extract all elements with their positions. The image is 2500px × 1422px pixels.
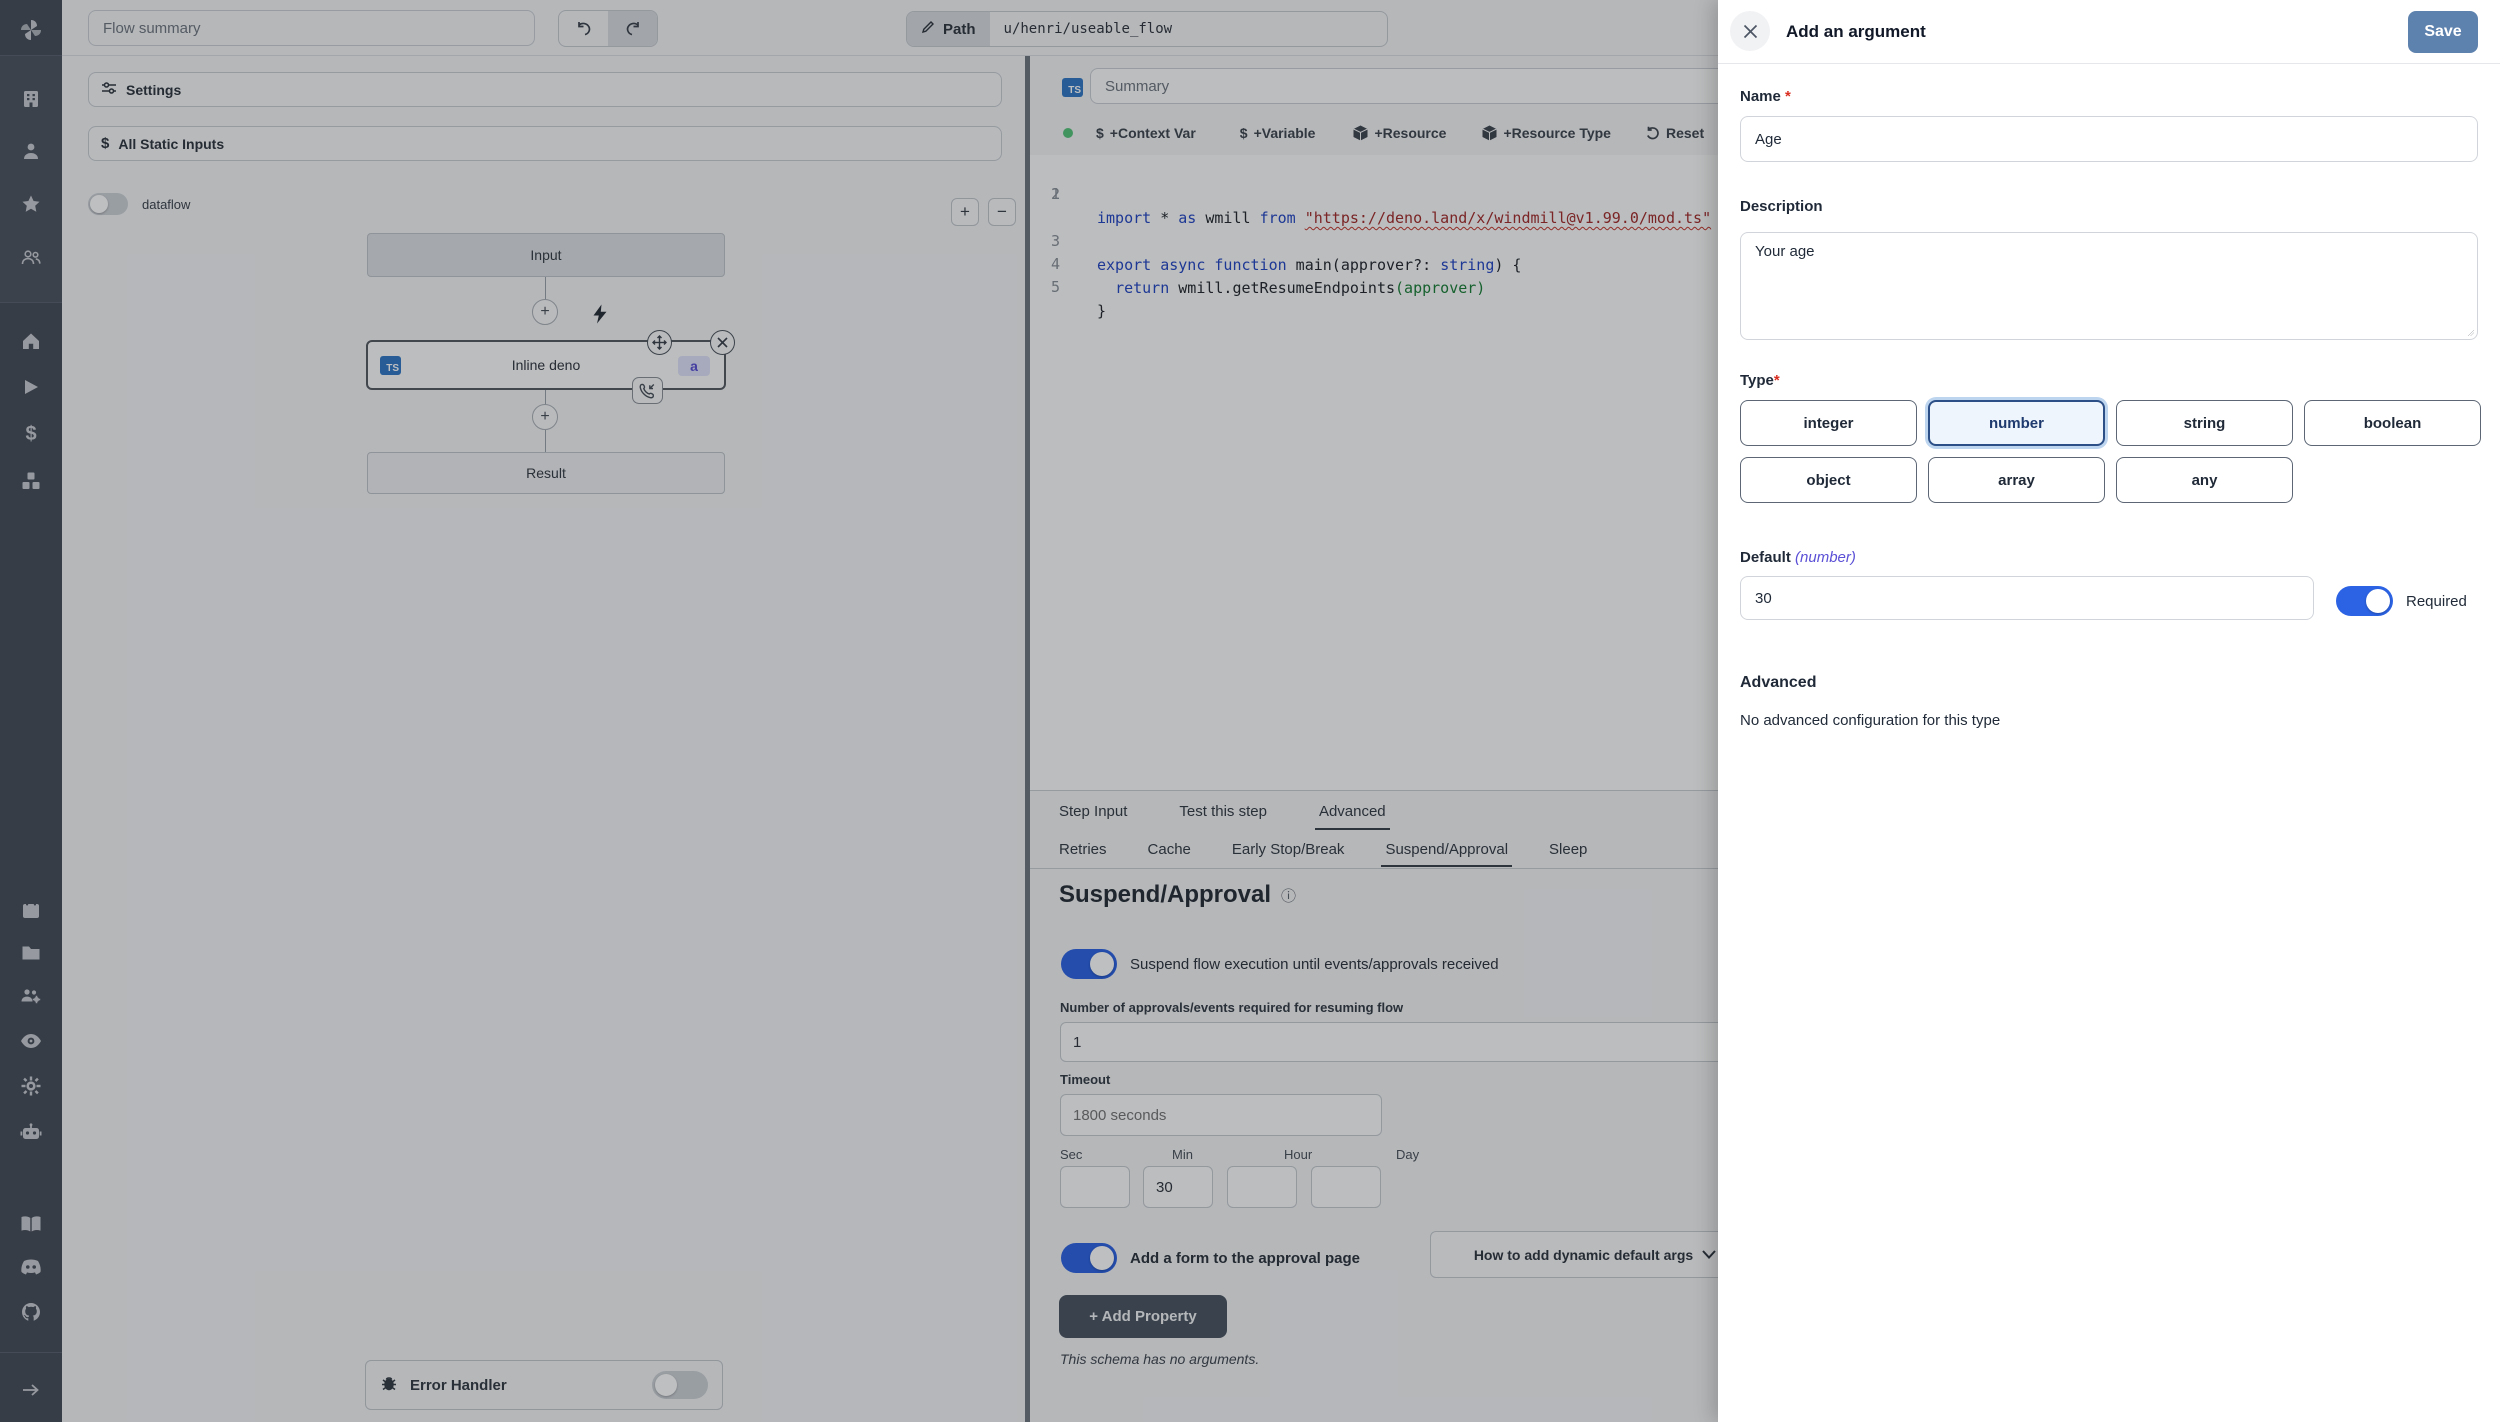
type-options-row2: object array any: [1740, 457, 2293, 503]
advanced-note: No advanced configuration for this type: [1740, 712, 2000, 729]
type-integer-button[interactable]: integer: [1740, 400, 1917, 446]
required-row: Required: [2336, 586, 2467, 616]
type-number-button[interactable]: number: [1928, 400, 2105, 446]
drawer-header: Add an argument Save: [1718, 0, 2500, 64]
app-root: $: [0, 0, 2500, 1422]
description-input[interactable]: Your age: [1740, 232, 2478, 340]
type-options-row1: integer number string boolean: [1740, 400, 2481, 446]
type-object-button[interactable]: object: [1740, 457, 1917, 503]
type-label: Type*: [1740, 372, 1780, 389]
description-label: Description: [1740, 198, 1823, 215]
type-string-button[interactable]: string: [2116, 400, 2293, 446]
type-array-button[interactable]: array: [1928, 457, 2105, 503]
type-boolean-button[interactable]: boolean: [2304, 400, 2481, 446]
drawer-backdrop[interactable]: [0, 0, 1718, 1422]
name-input[interactable]: [1740, 116, 2478, 162]
type-any-button[interactable]: any: [2116, 457, 2293, 503]
save-button[interactable]: Save: [2408, 11, 2478, 53]
required-label: Required: [2406, 593, 2467, 610]
drawer-title: Add an argument: [1786, 22, 1926, 42]
default-value-input[interactable]: [1740, 576, 2314, 620]
advanced-label: Advanced: [1740, 674, 1816, 692]
required-toggle[interactable]: [2336, 586, 2393, 616]
close-icon[interactable]: [1730, 11, 1770, 51]
default-label: Default (number): [1740, 549, 1856, 566]
add-argument-drawer: Add an argument Save Name * Description …: [1718, 0, 2500, 1422]
name-label: Name *: [1740, 88, 1791, 105]
